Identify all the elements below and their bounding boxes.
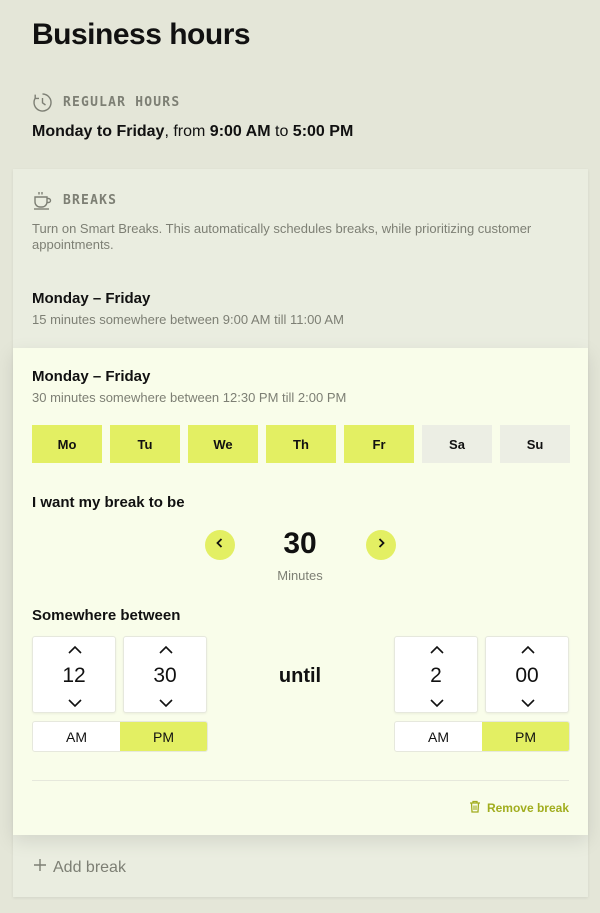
start-minute-stepper: 30 xyxy=(123,636,207,713)
duration-value: 30 xyxy=(283,527,317,560)
day-toggle-su[interactable]: Su xyxy=(500,425,570,463)
day-toggle-mo[interactable]: Mo xyxy=(32,425,102,463)
remove-break-button[interactable]: Remove break xyxy=(469,800,569,816)
duration-unit: Minutes xyxy=(277,568,323,583)
add-break-button[interactable]: Add break xyxy=(33,858,126,877)
end-minute-stepper: 00 xyxy=(485,636,569,713)
regular-hours-heading: REGULAR HOURS xyxy=(32,92,180,113)
page-title: Business hours xyxy=(32,18,251,51)
trash-icon xyxy=(469,800,481,816)
start-period-toggle: AM PM xyxy=(32,721,208,752)
day-toggle-we[interactable]: We xyxy=(188,425,258,463)
decrease-duration-button[interactable] xyxy=(205,530,235,560)
day-selector: Mo Tu We Th Fr Sa Su xyxy=(32,425,570,463)
start-pm-option[interactable]: PM xyxy=(120,722,207,751)
plus-icon xyxy=(33,858,47,877)
end-hour-stepper: 2 xyxy=(394,636,478,713)
day-toggle-th[interactable]: Th xyxy=(266,425,336,463)
duration-label: I want my break to be xyxy=(32,494,185,511)
breaks-heading: BREAKS xyxy=(32,190,117,211)
break-item-summary: 30 minutes somewhere between 12:30 PM ti… xyxy=(32,390,347,405)
chevron-down-icon[interactable] xyxy=(429,696,445,708)
day-toggle-fr[interactable]: Fr xyxy=(344,425,414,463)
window-label: Somewhere between xyxy=(32,607,181,624)
regular-start-time: 9:00 AM xyxy=(209,123,271,140)
end-am-option[interactable]: AM xyxy=(395,722,482,751)
chevron-up-icon[interactable] xyxy=(158,643,174,655)
regular-from-text: , from xyxy=(164,123,210,140)
regular-to-text: to xyxy=(270,123,293,140)
regular-hours-heading-text: REGULAR HOURS xyxy=(63,95,181,110)
chevron-down-icon[interactable] xyxy=(520,696,536,708)
end-hour-value[interactable]: 2 xyxy=(395,664,477,688)
breaks-description: Turn on Smart Breaks. This automatically… xyxy=(32,221,532,252)
day-toggle-tu[interactable]: Tu xyxy=(110,425,180,463)
break-item-title[interactable]: Monday – Friday xyxy=(32,368,150,385)
regular-days: Monday to Friday xyxy=(32,123,165,140)
regular-hours-summary: Monday to Friday, from 9:00 AM to 5:00 P… xyxy=(32,123,353,141)
end-minute-value[interactable]: 00 xyxy=(486,664,568,688)
chevron-down-icon[interactable] xyxy=(158,696,174,708)
coffee-cup-icon xyxy=(32,190,53,211)
chevron-up-icon[interactable] xyxy=(520,643,536,655)
active-break-card xyxy=(13,348,588,835)
start-minute-value[interactable]: 30 xyxy=(124,664,206,688)
break-item-title[interactable]: Monday – Friday xyxy=(32,290,150,307)
start-hour-value[interactable]: 12 xyxy=(33,664,115,688)
increase-duration-button[interactable] xyxy=(366,530,396,560)
clock-icon xyxy=(32,92,53,113)
chevron-right-icon xyxy=(375,536,387,554)
remove-break-label: Remove break xyxy=(486,801,569,815)
start-hour-stepper: 12 xyxy=(32,636,116,713)
start-am-option[interactable]: AM xyxy=(33,722,120,751)
divider xyxy=(32,780,569,781)
chevron-up-icon[interactable] xyxy=(67,643,83,655)
day-toggle-sa[interactable]: Sa xyxy=(422,425,492,463)
end-period-toggle: AM PM xyxy=(394,721,570,752)
break-item-summary: 15 minutes somewhere between 9:00 AM til… xyxy=(32,312,344,327)
add-break-label: Add break xyxy=(53,858,126,876)
chevron-down-icon[interactable] xyxy=(67,696,83,708)
breaks-heading-text: BREAKS xyxy=(63,193,118,208)
chevron-left-icon xyxy=(214,536,226,554)
end-pm-option[interactable]: PM xyxy=(482,722,569,751)
regular-end-time: 5:00 PM xyxy=(292,123,354,140)
until-label: until xyxy=(278,665,322,687)
chevron-up-icon[interactable] xyxy=(429,643,445,655)
